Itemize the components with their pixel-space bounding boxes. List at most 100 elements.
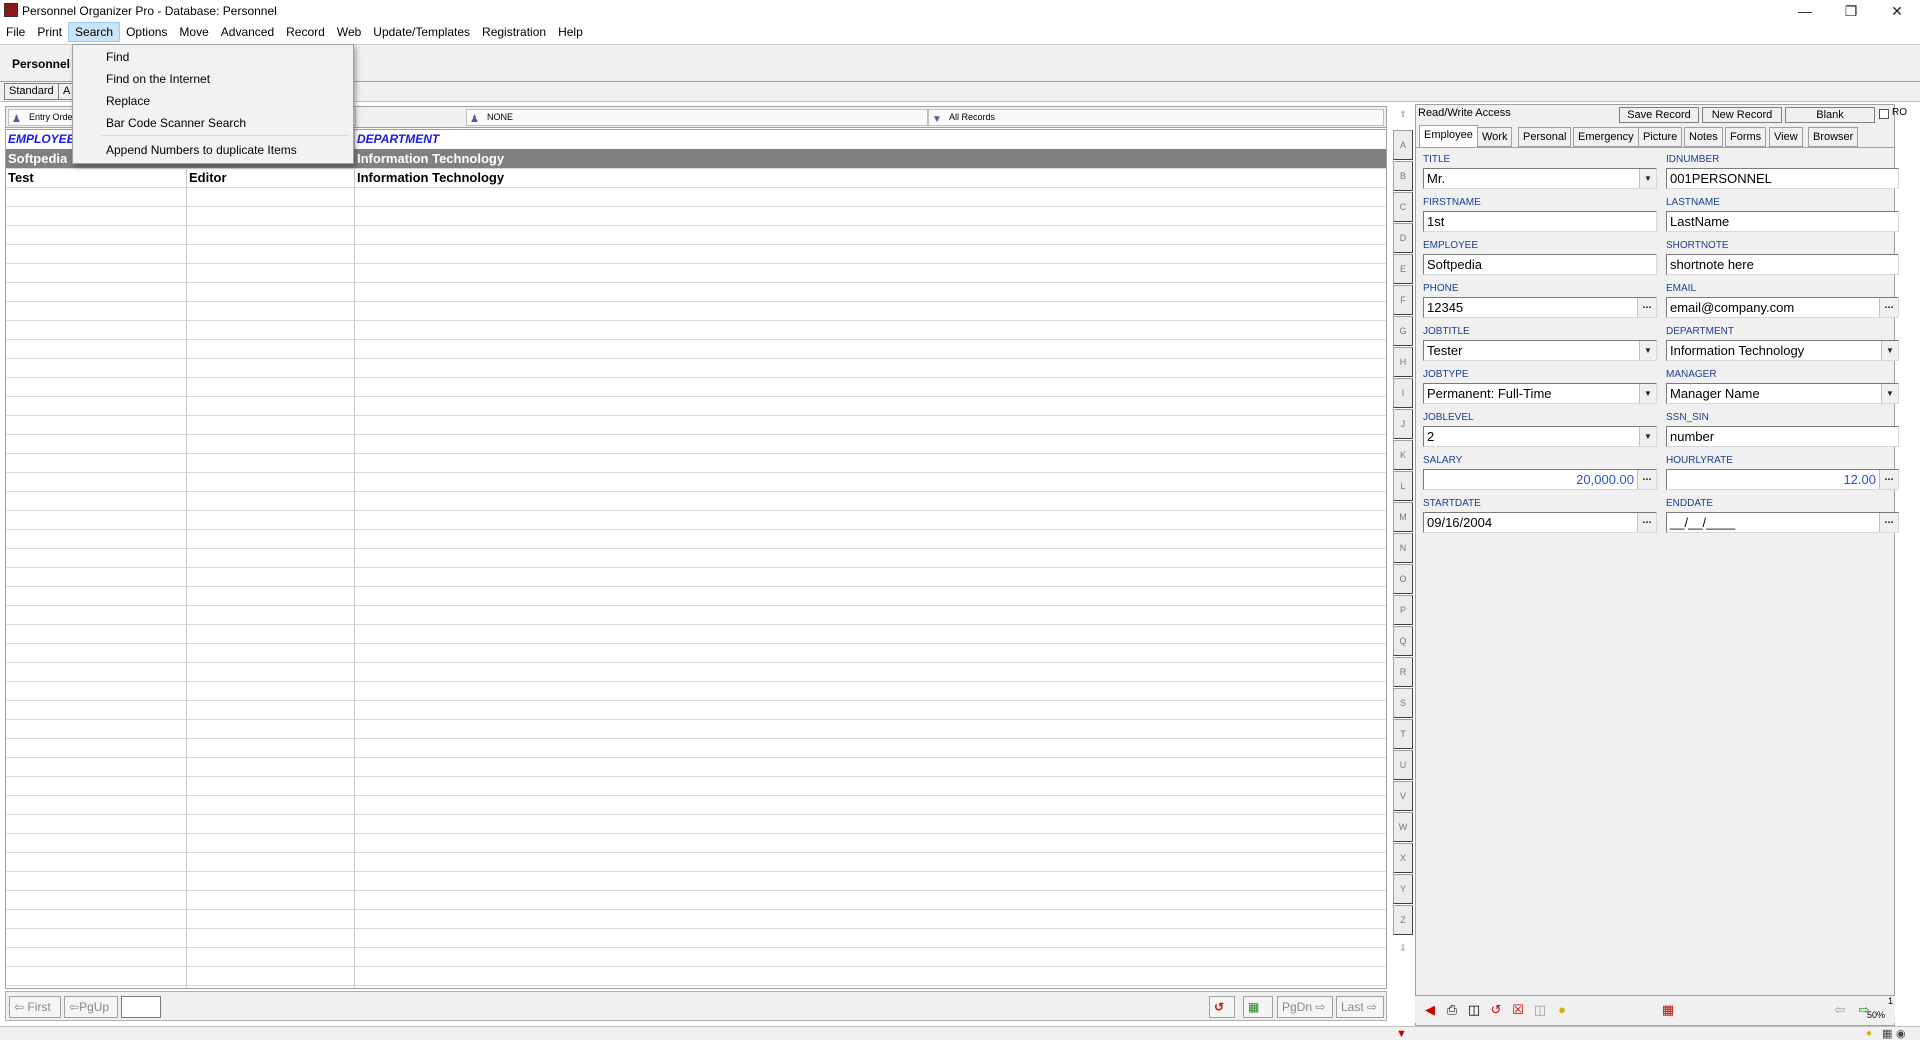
print-icon[interactable]: ⎙ — [1443, 1001, 1461, 1019]
tab-browser[interactable]: Browser — [1808, 127, 1859, 147]
menu-find[interactable]: Find — [106, 50, 129, 64]
alpha-button-x[interactable]: X — [1393, 843, 1413, 873]
grid-cell[interactable]: Test — [6, 168, 34, 187]
pgdn-button[interactable]: PgDn ⇨ — [1277, 996, 1333, 1018]
menu-advanced[interactable]: Advanced — [215, 22, 280, 42]
firstname-field[interactable]: 1st — [1423, 211, 1657, 232]
alpha-button-z[interactable]: Z — [1393, 905, 1413, 935]
alpha-button-e[interactable]: E — [1393, 254, 1413, 284]
menu-move[interactable]: Move — [173, 22, 214, 42]
alpha-button-h[interactable]: H — [1393, 347, 1413, 377]
grid-cell[interactable]: Softpedia — [6, 149, 67, 168]
tab-view[interactable]: View — [1769, 127, 1803, 147]
first-button[interactable]: ⇦ First — [9, 996, 61, 1018]
lightbulb-icon[interactable]: ● — [1553, 1001, 1571, 1019]
alpha-button-o[interactable]: O — [1393, 564, 1413, 594]
close-button[interactable]: ✕ — [1874, 0, 1920, 22]
jobtype-select[interactable]: Permanent: Full-Time ▼ — [1423, 383, 1657, 404]
alpha-button-t[interactable]: T — [1393, 719, 1413, 749]
manager-select[interactable]: Manager Name ▼ — [1666, 383, 1899, 404]
tab-picture[interactable]: Picture — [1638, 127, 1683, 147]
save-record-button[interactable]: Save Record — [1619, 107, 1699, 123]
alpha-button-j[interactable]: J — [1393, 409, 1413, 439]
delete-record-icon[interactable]: ☒ — [1509, 1001, 1527, 1019]
title-select[interactable]: Mr. ▼ — [1423, 168, 1657, 189]
goto-record-input[interactable] — [121, 996, 161, 1018]
menu-barcode-search[interactable]: Bar Code Scanner Search — [106, 116, 246, 130]
scroll-up-icon[interactable]: ⇧ — [1393, 104, 1413, 124]
ellipsis-icon[interactable]: ... — [1637, 298, 1656, 317]
records-grid[interactable]: EMPLOYEE DEPARTMENT Softpedia Informatio… — [5, 129, 1387, 989]
alpha-button-s[interactable]: S — [1393, 688, 1413, 718]
menu-update-templates[interactable]: Update/Templates — [367, 22, 476, 42]
menu-web[interactable]: Web — [331, 22, 367, 42]
dropdown-arrow-icon[interactable]: ▼ — [1639, 427, 1656, 446]
dropdown-arrow-icon[interactable]: ▼ — [1881, 384, 1898, 403]
lastname-field[interactable]: LastName — [1666, 211, 1899, 232]
joblevel-select[interactable]: 2 ▼ — [1423, 426, 1657, 447]
phone-field[interactable]: 12345... — [1423, 297, 1657, 318]
menu-file[interactable]: File — [0, 22, 31, 42]
records-button[interactable]: ▼ All Records — [928, 109, 1384, 126]
alpha-button-w[interactable]: W — [1393, 812, 1413, 842]
menu-replace[interactable]: Replace — [106, 94, 150, 108]
alpha-button-k[interactable]: K — [1393, 440, 1413, 470]
tab-work[interactable]: Work — [1477, 127, 1513, 147]
previous-icon[interactable]: ⇦ — [1831, 1001, 1849, 1019]
tab-personal[interactable]: Personal — [1518, 127, 1572, 147]
menu-options[interactable]: Options — [120, 22, 173, 42]
hourlyrate-field[interactable]: 12.00... — [1666, 469, 1899, 490]
blank-button[interactable]: Blank — [1785, 107, 1875, 123]
alpha-button-q[interactable]: Q — [1393, 626, 1413, 656]
new-record-button[interactable]: New Record — [1702, 107, 1782, 123]
dropdown-arrow-icon[interactable]: ▼ — [1881, 341, 1898, 360]
alpha-button-y[interactable]: Y — [1393, 874, 1413, 904]
dropdown-arrow-icon[interactable]: ▼ — [1639, 384, 1656, 403]
tab-notes[interactable]: Notes — [1684, 127, 1723, 147]
menu-help[interactable]: Help — [552, 22, 589, 42]
column-header-department[interactable]: DEPARTMENT — [355, 130, 439, 149]
idnumber-field[interactable]: 001PERSONNEL — [1666, 168, 1899, 189]
alpha-button-d[interactable]: D — [1393, 223, 1413, 253]
ellipsis-icon[interactable]: ... — [1637, 470, 1656, 489]
copy-record-icon[interactable]: ◫ — [1531, 1001, 1549, 1019]
back-arrow-icon[interactable]: ◀ — [1421, 1001, 1439, 1019]
tab-forms[interactable]: Forms — [1725, 127, 1767, 147]
menu-search[interactable]: Search — [68, 22, 121, 42]
jobtitle-select[interactable]: Tester ▼ — [1423, 340, 1657, 361]
menu-print[interactable]: Print — [31, 22, 68, 42]
alpha-button-m[interactable]: M — [1393, 502, 1413, 532]
salary-field[interactable]: 20,000.00... — [1423, 469, 1657, 490]
alpha-button-p[interactable]: P — [1393, 595, 1413, 625]
menu-record[interactable]: Record — [280, 22, 331, 42]
dropdown-arrow-icon[interactable]: ▼ — [1639, 169, 1656, 188]
last-button[interactable]: Last ⇨ — [1336, 996, 1384, 1018]
employee-field[interactable]: Softpedia — [1423, 254, 1657, 275]
palette-icon[interactable]: ▦ — [1243, 996, 1273, 1018]
scroll-down-icon[interactable]: ⇩ — [1393, 938, 1413, 958]
tab-standard[interactable]: Standard — [4, 83, 59, 100]
grid-cell[interactable]: Information Technology — [355, 149, 504, 168]
alpha-button-i[interactable]: I — [1393, 378, 1413, 408]
ellipsis-icon[interactable]: ... — [1879, 298, 1898, 317]
ssn-field[interactable]: number — [1666, 426, 1899, 447]
trash-icon[interactable]: ◫ — [1465, 1001, 1483, 1019]
alpha-button-g[interactable]: G — [1393, 316, 1413, 346]
alpha-button-f[interactable]: F — [1393, 285, 1413, 315]
startdate-field[interactable]: 09/16/2004... — [1423, 512, 1657, 533]
minimize-button[interactable]: — — [1782, 0, 1828, 22]
ellipsis-icon[interactable]: ... — [1879, 470, 1898, 489]
grid-cell[interactable]: Editor — [187, 168, 227, 187]
department-select[interactable]: Information Technology ▼ — [1666, 340, 1899, 361]
menu-find-internet[interactable]: Find on the Internet — [106, 72, 210, 86]
alpha-button-u[interactable]: U — [1393, 750, 1413, 780]
dropdown-arrow-icon[interactable]: ▼ — [1639, 341, 1656, 360]
shortnote-field[interactable]: shortnote here — [1666, 254, 1899, 275]
tab-emergency[interactable]: Emergency — [1573, 127, 1639, 147]
column-header-employee[interactable]: EMPLOYEE — [6, 130, 75, 149]
menu-append-numbers[interactable]: Append Numbers to duplicate Items — [106, 143, 297, 157]
ellipsis-icon[interactable]: ... — [1879, 513, 1898, 532]
alpha-button-r[interactable]: R — [1393, 657, 1413, 687]
alpha-button-v[interactable]: V — [1393, 781, 1413, 811]
email-field[interactable]: email@company.com... — [1666, 297, 1899, 318]
